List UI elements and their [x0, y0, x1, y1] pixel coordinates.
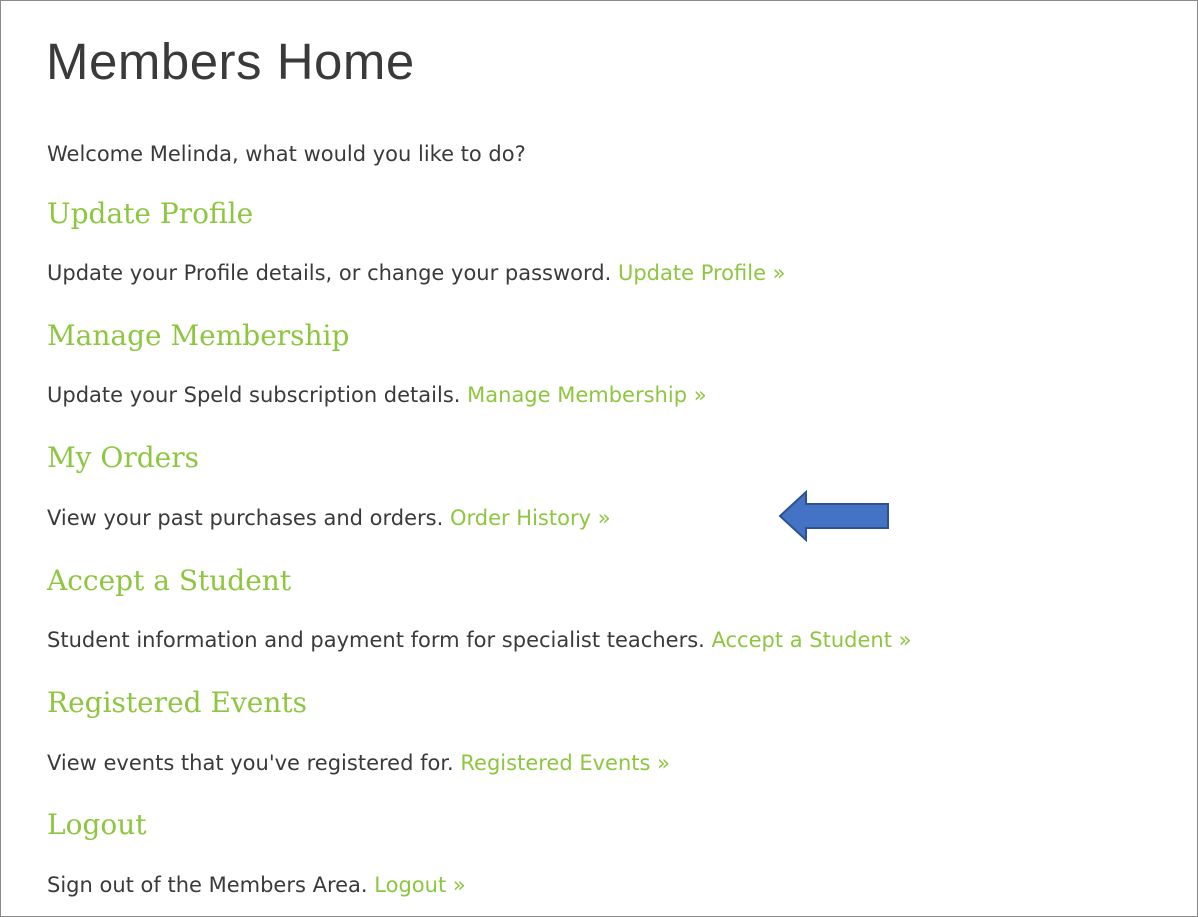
- section-accept-a-student: Student information and payment form for…: [47, 625, 912, 655]
- link-accept-a-student[interactable]: Accept a Student »: [712, 628, 912, 652]
- description-logout: Sign out of the Members Area.: [47, 873, 368, 897]
- welcome-message: Welcome Melinda, what would you like to …: [47, 142, 526, 166]
- page-title: Members Home: [46, 33, 415, 90]
- section-logout: Sign out of the Members Area. Logout »: [47, 870, 466, 900]
- heading-accept-a-student: Accept a Student: [47, 564, 292, 597]
- link-order-history[interactable]: Order History »: [450, 506, 611, 530]
- left-arrow-icon: [778, 490, 889, 542]
- link-manage-membership[interactable]: Manage Membership »: [467, 383, 706, 407]
- link-update-profile[interactable]: Update Profile »: [618, 261, 786, 285]
- link-logout[interactable]: Logout »: [374, 873, 465, 897]
- section-my-orders: View your past purchases and orders. Ord…: [47, 503, 611, 533]
- section-manage-membership: Update your Speld subscription details. …: [47, 380, 707, 410]
- description-update-profile: Update your Profile details, or change y…: [47, 261, 612, 285]
- section-registered-events: View events that you've registered for. …: [47, 748, 670, 778]
- description-my-orders: View your past purchases and orders.: [47, 506, 444, 530]
- section-update-profile: Update your Profile details, or change y…: [47, 258, 786, 288]
- heading-registered-events: Registered Events: [47, 686, 307, 719]
- description-manage-membership: Update your Speld subscription details.: [47, 383, 461, 407]
- members-home-panel: Members Home Welcome Melinda, what would…: [0, 0, 1198, 917]
- description-accept-a-student: Student information and payment form for…: [47, 628, 705, 652]
- heading-my-orders: My Orders: [47, 441, 199, 474]
- heading-update-profile: Update Profile: [47, 197, 254, 230]
- description-registered-events: View events that you've registered for.: [47, 751, 454, 775]
- heading-logout: Logout: [47, 808, 147, 841]
- heading-manage-membership: Manage Membership: [47, 319, 350, 352]
- link-registered-events[interactable]: Registered Events »: [460, 751, 670, 775]
